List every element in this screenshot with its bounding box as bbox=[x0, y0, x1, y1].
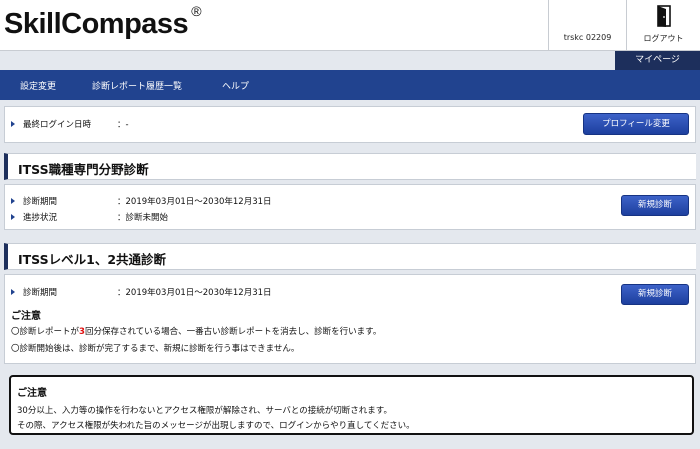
notice-text: 〇診断レポートが bbox=[11, 327, 80, 337]
logout-label: ログアウト bbox=[643, 34, 684, 43]
caution-title: ご注意 bbox=[17, 388, 47, 399]
bullet-triangle-icon bbox=[11, 121, 15, 127]
bullet-triangle-icon bbox=[11, 214, 15, 220]
user-id-label: trskc 02209 bbox=[563, 33, 612, 42]
nav-report-history[interactable]: 診断レポート履歴一覧 bbox=[92, 79, 182, 92]
caution-line-relogin: その際、アクセス権限が失われた旨のメッセージが出現しますので、ログインからやり直… bbox=[17, 421, 415, 431]
section-title-text: ITSS職種専門分野診断 bbox=[18, 162, 149, 177]
new-diagnosis-button[interactable]: 新規診断 bbox=[621, 284, 689, 305]
status-row: 進捗状況 ：診断未開始 bbox=[11, 211, 168, 223]
logout-button[interactable]: ログアウト bbox=[626, 0, 700, 51]
user-info: trskc 02209 bbox=[548, 0, 626, 51]
last-login-row: 最終ログイン日時 ：- bbox=[11, 118, 129, 130]
bullet-triangle-icon bbox=[11, 198, 15, 204]
main-nav: 設定変更 診断レポート履歴一覧 ヘルプ bbox=[0, 70, 700, 100]
last-login-value: ：- bbox=[117, 120, 129, 130]
notice-text: 回分保存されている場合、一番古い診断レポートを消去し、診断を行います。 bbox=[84, 327, 382, 337]
last-login-card: 最終ログイン日時 ：- プロフィール変更 bbox=[4, 106, 696, 143]
section-title-text: ITSSレベル1、2共通診断 bbox=[18, 252, 167, 267]
status-value: ：診断未開始 bbox=[117, 213, 169, 223]
nav-help[interactable]: ヘルプ bbox=[222, 79, 249, 92]
skillcompass-logo[interactable]: SkillCompass ® bbox=[4, 3, 202, 41]
itss-common-card: 診断期間 ：2019年03月01日～2030年12月31日 新規診断 ご注意 〇… bbox=[4, 274, 696, 364]
app-header: SkillCompass ® trskc 02209 ログアウト bbox=[0, 0, 700, 51]
nav-settings-change[interactable]: 設定変更 bbox=[20, 79, 56, 92]
notice-title: ご注意 bbox=[11, 311, 41, 322]
logo-text: SkillCompass bbox=[4, 8, 189, 40]
last-login-label: 最終ログイン日時 bbox=[23, 120, 92, 130]
new-diagnosis-button[interactable]: 新規診断 bbox=[621, 195, 689, 216]
period-value: ：2019年03月01日～2030年12月31日 bbox=[117, 197, 272, 207]
bullet-triangle-icon bbox=[11, 289, 15, 295]
section-title-itss-common: ITSSレベル1、2共通診断 bbox=[4, 243, 696, 270]
period-label: 診断期間 bbox=[23, 288, 58, 298]
profile-change-button[interactable]: プロフィール変更 bbox=[583, 113, 689, 135]
notice-line-in-progress: 〇診断開始後は、診断が完了するまで、新規に診断を行う事はできません。 bbox=[11, 344, 300, 354]
door-exit-icon bbox=[657, 5, 671, 27]
caution-line-timeout: 30分以上、入力等の操作を行わないとアクセス権限が解除され、サーバとの接続が切断… bbox=[17, 406, 392, 416]
period-value: ：2019年03月01日～2030年12月31日 bbox=[117, 288, 272, 298]
period-row: 診断期間 ：2019年03月01日～2030年12月31日 bbox=[11, 286, 272, 298]
section-title-itss-specialty: ITSS職種専門分野診断 bbox=[4, 153, 696, 180]
period-row: 診断期間 ：2019年03月01日～2030年12月31日 bbox=[11, 195, 272, 207]
itss-specialty-card: 診断期間 ：2019年03月01日～2030年12月31日 進捗状況 ：診断未開… bbox=[4, 184, 696, 230]
mypage-tab[interactable]: マイページ bbox=[615, 51, 700, 70]
registered-mark: ® bbox=[191, 3, 202, 20]
period-label: 診断期間 bbox=[23, 197, 58, 207]
notice-line-report-limit: 〇診断レポートが3回分保存されている場合、一番古い診断レポートを消去し、診断を行… bbox=[11, 325, 381, 337]
status-label: 進捗状況 bbox=[23, 213, 58, 223]
session-caution-box: ご注意 30分以上、入力等の操作を行わないとアクセス権限が解除され、サーバとの接… bbox=[9, 375, 694, 435]
